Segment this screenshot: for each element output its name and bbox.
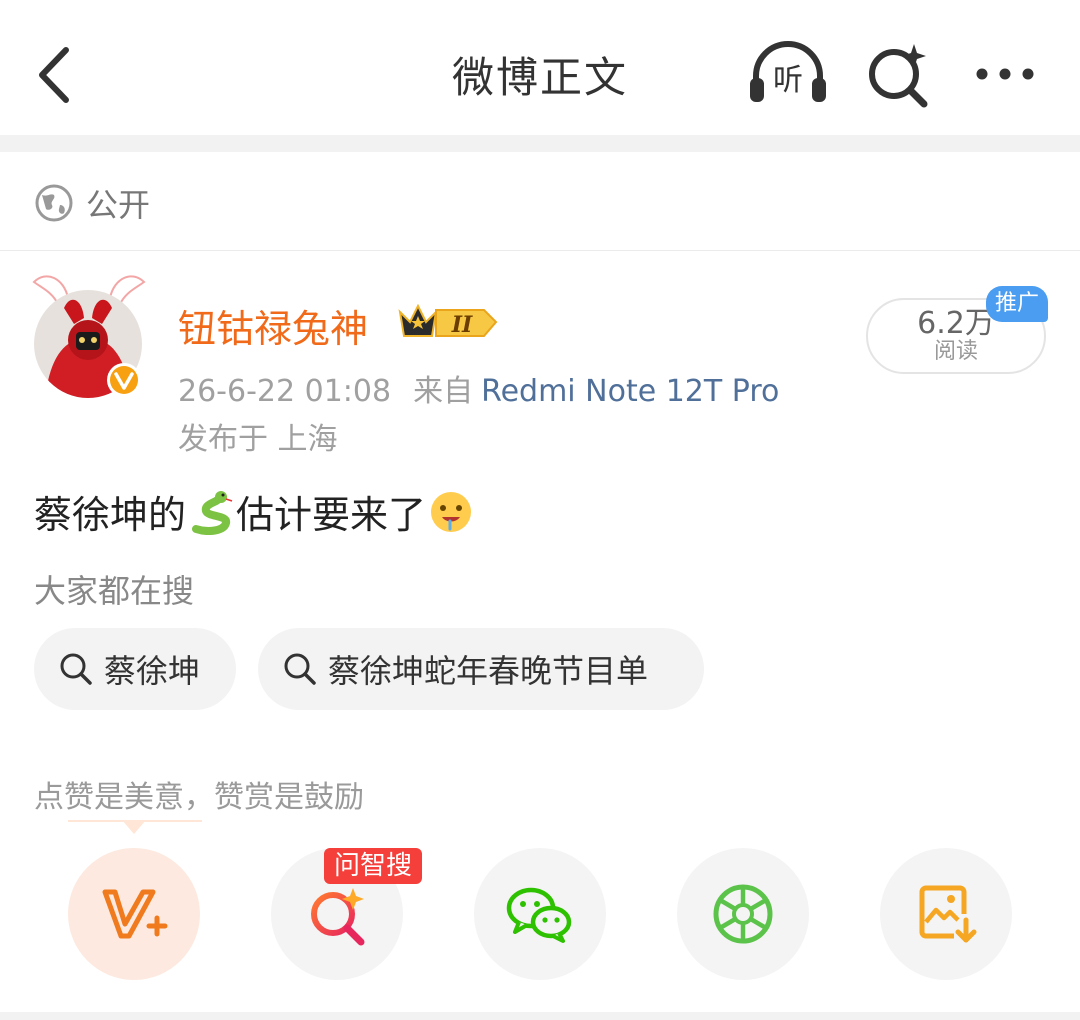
tooltip-pointer xyxy=(122,820,146,834)
hot-search-title: 大家都在搜 xyxy=(34,572,195,610)
visibility-label: 公开 xyxy=(86,186,151,224)
drooling-face-emoji-icon xyxy=(431,491,472,532)
encourage-text: 点赞是美意，赞赏是鼓励 xyxy=(34,780,364,815)
header-separator xyxy=(0,135,1080,152)
hot-search-chip[interactable]: 蔡徐坤 xyxy=(34,628,236,710)
author-name[interactable]: 钮钴禄兔神 xyxy=(178,298,368,353)
share-moments-button[interactable] xyxy=(677,848,809,980)
content-text-1: 蔡徐坤的 xyxy=(34,493,187,537)
divider xyxy=(0,250,1080,251)
post-location: 发布于 上海 xyxy=(178,422,338,457)
save-image-button[interactable] xyxy=(880,848,1012,980)
ai-search-badge: 问智搜 xyxy=(324,848,423,884)
search-icon xyxy=(60,653,92,685)
ai-search-icon xyxy=(311,888,365,946)
snake-emoji-icon xyxy=(192,490,233,535)
moments-icon xyxy=(713,884,773,944)
save-image-icon xyxy=(919,885,977,943)
content-text-2: 估计要来了 xyxy=(236,493,427,537)
share-wechat-button[interactable] xyxy=(474,848,606,980)
v-plus-icon xyxy=(102,889,168,939)
bottom-separator xyxy=(0,1012,1080,1020)
globe-icon xyxy=(35,184,73,222)
level-text: II xyxy=(451,312,473,338)
promo-badge[interactable]: 推广 xyxy=(986,286,1048,322)
source-device-link[interactable]: Redmi Note 12T Pro xyxy=(481,374,779,409)
avatar[interactable] xyxy=(24,268,154,408)
visibility-indicator: 公开 xyxy=(34,178,150,228)
read-count-label: 阅读 xyxy=(933,339,978,364)
hot-search-chip-label: 蔡徐坤蛇年春晚节目单 xyxy=(328,652,649,690)
post-meta: 26-6-22 01:08 来自 Redmi Note 12T Pro xyxy=(178,366,779,410)
more-options-icon[interactable] xyxy=(972,52,1038,96)
source-prefix: 来自 xyxy=(413,374,474,409)
v-plus-button[interactable] xyxy=(68,848,200,980)
hot-search-chip-label: 蔡徐坤 xyxy=(104,652,201,690)
search-icon xyxy=(284,653,316,685)
listen-label: 听 xyxy=(773,63,803,98)
post-content: 蔡徐坤的 估计要来了 xyxy=(34,484,476,539)
wechat-icon xyxy=(506,887,572,943)
avatar-image xyxy=(32,275,146,398)
post-time: 26-6-22 01:08 xyxy=(178,374,392,409)
headphones-listen-icon[interactable]: 听 xyxy=(748,40,828,106)
top-bar: 微博正文 听 xyxy=(0,0,1080,135)
hot-search-chip[interactable]: 蔡徐坤蛇年春晚节目单 xyxy=(258,628,704,710)
ai-search-icon[interactable] xyxy=(864,42,930,108)
crown-level-badge-icon[interactable]: II xyxy=(396,300,500,344)
